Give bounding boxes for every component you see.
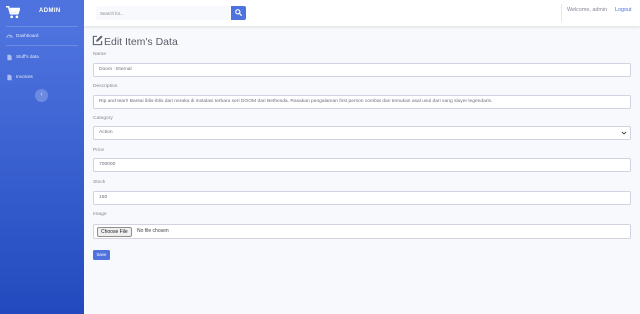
category-select[interactable]: Action: [93, 126, 631, 140]
category-selected-value: Action: [99, 130, 113, 135]
search-input[interactable]: [96, 6, 230, 20]
file-icon: [7, 54, 12, 61]
dashboard-icon: [6, 34, 13, 39]
sidebar-divider: [6, 45, 78, 46]
save-button[interactable]: Save: [93, 250, 110, 260]
topbar: Welcome, admin Logout: [84, 0, 640, 26]
file-icon: [7, 74, 12, 81]
brand[interactable]: ADMIN: [0, 0, 84, 26]
name-label: Name: [93, 52, 107, 57]
description-field[interactable]: Rip and tear!! Bantai iblis-iblis dari n…: [93, 95, 631, 109]
sidebar-toggle-button[interactable]: ‹: [35, 89, 48, 102]
sidebar-item-dashboard[interactable]: Dashboard: [0, 30, 84, 44]
sidebar-item-invoices[interactable]: Invoices: [0, 71, 84, 85]
page-title-text: Edit Item's Data: [104, 36, 178, 48]
page-title: Edit Item's Data: [92, 35, 178, 48]
search-icon: [235, 9, 242, 16]
chevron-down-icon: [621, 131, 627, 135]
brand-name: ADMIN: [39, 8, 61, 14]
edit-icon: [92, 35, 103, 46]
chevron-left-icon: ‹: [40, 91, 43, 98]
stock-label: Stock: [93, 180, 106, 185]
sidebar-item-label: Dashboard: [16, 33, 39, 38]
sidebar: ADMIN Dashboard Stuff's data Invoices ‹: [0, 0, 84, 314]
sidebar-item-label: Stuff's data: [16, 54, 39, 59]
category-label: Category: [93, 116, 113, 121]
choose-file-button[interactable]: Choose File: [97, 227, 132, 237]
price-label: Price: [93, 148, 105, 153]
search-button[interactable]: [231, 6, 246, 20]
description-label: Description: [93, 84, 118, 89]
image-file-input[interactable]: Choose File No file chosen: [93, 224, 631, 239]
logout-link[interactable]: Logout: [615, 7, 632, 13]
price-field[interactable]: 700000: [93, 158, 631, 172]
sidebar-item-label: Invoices: [16, 74, 33, 79]
image-label: Image: [93, 212, 107, 217]
sidebar-item-stuffs-data[interactable]: Stuff's data: [0, 51, 84, 65]
file-status: No file chosen: [137, 228, 169, 234]
stock-field[interactable]: 150: [93, 191, 631, 205]
sidebar-divider: [6, 26, 78, 27]
cart-icon: [6, 5, 20, 19]
name-field[interactable]: Doom : Eternal: [93, 63, 631, 77]
welcome-text: Welcome, admin: [567, 7, 608, 13]
topbar-divider: [561, 4, 562, 22]
